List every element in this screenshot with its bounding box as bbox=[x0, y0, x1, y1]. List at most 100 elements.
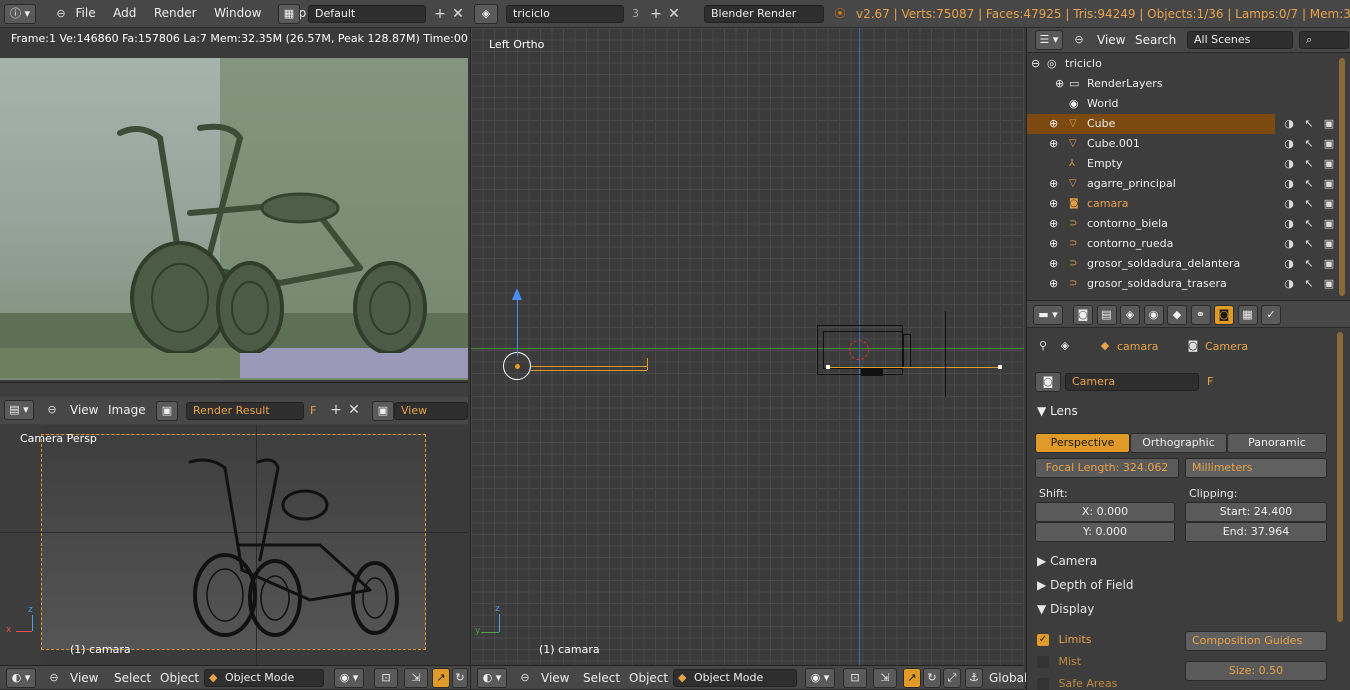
scene-field[interactable]: triciclo bbox=[506, 5, 624, 23]
properties-editor-type[interactable]: ▬ ▾ bbox=[1033, 305, 1063, 325]
layers-tab-icon[interactable]: ▤ bbox=[1096, 305, 1117, 325]
display-panel-header[interactable]: ▼ Display bbox=[1037, 602, 1094, 616]
mist-checkbox[interactable]: Mist bbox=[1037, 655, 1081, 668]
object-tab-icon[interactable]: ◆ bbox=[1167, 305, 1187, 325]
menu-select[interactable]: Select bbox=[583, 671, 620, 685]
mode-select[interactable]: ◆ Object Mode bbox=[204, 669, 324, 687]
menu-window[interactable]: Window bbox=[214, 6, 261, 20]
pivot-button[interactable]: ⊡ bbox=[843, 668, 867, 688]
collapse-icon[interactable]: ⊖ bbox=[46, 670, 62, 686]
translate-manipulator[interactable]: ↗ bbox=[903, 668, 921, 688]
menu-view[interactable]: View bbox=[70, 671, 98, 685]
pin-icon[interactable]: ⚲ bbox=[1035, 338, 1051, 354]
expand-icon[interactable]: ⊕ bbox=[1049, 114, 1058, 134]
ortho-viewport[interactable]: Left Ortho z y (1) camara bbox=[470, 28, 1024, 665]
view-field[interactable]: View bbox=[394, 402, 468, 420]
lens-panoramic-button[interactable]: Panoramic bbox=[1227, 433, 1327, 453]
transform-orientation[interactable]: Global bbox=[989, 671, 1027, 685]
expand-icon[interactable]: ⊕ bbox=[1049, 254, 1058, 274]
collapse-icon[interactable]: ⊖ bbox=[1071, 32, 1087, 48]
shading-button[interactable]: ◉ ▾ bbox=[334, 668, 364, 688]
z-arrow-head[interactable] bbox=[512, 288, 522, 300]
camera-data-tab-icon[interactable]: ◙ bbox=[1214, 305, 1234, 325]
mode-select[interactable]: ◆ Object Mode bbox=[673, 669, 797, 687]
world-tab-icon[interactable]: ◉ bbox=[1143, 305, 1164, 325]
datablock-fake-user[interactable]: F bbox=[1207, 375, 1213, 388]
image-name-field[interactable]: Render Result bbox=[186, 402, 304, 420]
expand-icon[interactable]: ⊕ bbox=[1055, 74, 1064, 94]
lens-unit-select[interactable]: Millimeters bbox=[1185, 458, 1327, 478]
pivot-button[interactable]: ⊡ bbox=[374, 668, 398, 688]
collapse-icon[interactable]: ⊖ bbox=[44, 402, 60, 418]
expand-icon[interactable]: ⊕ bbox=[1049, 214, 1058, 234]
expand-icon[interactable]: ⊕ bbox=[1049, 274, 1058, 294]
physics-tab-icon[interactable]: ✓ bbox=[1261, 305, 1281, 325]
image-icon[interactable]: ▣ bbox=[156, 401, 178, 421]
camera-panel-header[interactable]: ▶ Camera bbox=[1037, 554, 1097, 568]
view-icon[interactable]: ▣ bbox=[372, 401, 394, 421]
menu-view[interactable]: View bbox=[70, 403, 98, 417]
shading-button[interactable]: ◉ ▾ bbox=[805, 668, 835, 688]
editor-type-button[interactable]: ◐ ▾ bbox=[477, 668, 507, 688]
clip-end-field[interactable]: End: 37.964 bbox=[1185, 522, 1327, 542]
collapse-icon[interactable]: ⊖ bbox=[56, 6, 66, 22]
menu-image[interactable]: Image bbox=[108, 403, 146, 417]
lens-panel-header[interactable]: ▼ Lens bbox=[1037, 404, 1078, 418]
camera-viewport[interactable]: Camera Persp z x (1) camara bbox=[0, 425, 468, 665]
editor-type-button[interactable]: ◐ ▾ bbox=[6, 668, 36, 688]
close-screen-icon[interactable]: ✕ bbox=[450, 6, 466, 22]
menu-view[interactable]: View bbox=[541, 671, 569, 685]
info-editor-button[interactable]: ⓘ ▾ bbox=[4, 4, 36, 24]
menu-select[interactable]: Select bbox=[114, 671, 151, 685]
menu-object[interactable]: Object bbox=[629, 671, 668, 685]
menu-file[interactable]: File bbox=[76, 6, 96, 20]
lens-orthographic-button[interactable]: Orthographic bbox=[1130, 433, 1227, 453]
expand-icon[interactable]: ⊕ bbox=[1049, 134, 1058, 154]
texture-tab-icon[interactable]: ▦ bbox=[1237, 305, 1258, 325]
clip-start-field[interactable]: Start: 24.400 bbox=[1185, 502, 1327, 522]
constraints-tab-icon[interactable]: ⚭ bbox=[1190, 305, 1211, 325]
screen-layout-icon[interactable]: ▦ bbox=[278, 4, 300, 24]
render-tab-icon[interactable]: ◙ bbox=[1073, 305, 1093, 325]
datablock-icon[interactable]: ◙ bbox=[1035, 372, 1061, 392]
properties-scrollbar[interactable] bbox=[1337, 332, 1343, 622]
scene-icon[interactable]: ◈ bbox=[474, 4, 498, 24]
rotate-manipulator[interactable]: ↻ bbox=[923, 668, 941, 688]
outliner-search-field[interactable]: ⌕ bbox=[1299, 31, 1349, 49]
expand-icon[interactable]: ⊕ bbox=[1049, 194, 1058, 214]
menu-render[interactable]: Render bbox=[154, 6, 197, 20]
image-editor-type-button[interactable]: ▤ ▾ bbox=[4, 400, 34, 420]
outliner-tree[interactable]: ⊖ ◎ triciclo ⊕ ▭ RenderLayers ◉ World ⊕ … bbox=[1026, 54, 1350, 300]
visibility-column[interactable]: ◑ ◑ ◑ ◑ ◑ ◑ ◑ ◑ ◑ bbox=[1279, 114, 1299, 294]
scale-manipulator[interactable]: ⤢ bbox=[943, 668, 961, 688]
safe-areas-checkbox[interactable]: Safe Areas bbox=[1037, 677, 1117, 690]
focal-length-field[interactable]: Focal Length: 324.062 bbox=[1035, 458, 1179, 478]
expand-icon[interactable]: ⊕ bbox=[1049, 234, 1058, 254]
cursor-3d[interactable] bbox=[849, 340, 869, 360]
render-engine-select[interactable]: Blender Render bbox=[704, 5, 824, 23]
limits-checkbox[interactable]: ✓ Limits bbox=[1037, 633, 1092, 646]
lens-perspective-button[interactable]: Perspective bbox=[1035, 433, 1130, 453]
expand-icon[interactable]: ⊖ bbox=[1031, 54, 1040, 74]
unlink-image-icon[interactable]: ✕ bbox=[346, 402, 362, 418]
outliner-editor-type[interactable]: ☰ ▾ bbox=[1035, 30, 1063, 50]
collapse-icon[interactable]: ⊖ bbox=[517, 670, 533, 686]
add-screen-icon[interactable]: + bbox=[432, 6, 448, 22]
outliner-row-scene[interactable]: ⊖ ◎ triciclo bbox=[1027, 54, 1337, 74]
rotate-manipulator[interactable]: ↻ bbox=[452, 668, 468, 688]
add-scene-icon[interactable]: + bbox=[648, 6, 664, 22]
outliner-row-world[interactable]: ◉ World bbox=[1027, 94, 1337, 114]
camera-datablock-field[interactable]: Camera bbox=[1065, 373, 1199, 391]
size-field[interactable]: Size: 0.50 bbox=[1185, 661, 1327, 681]
renderability-column[interactable]: ▣ ▣ ▣ ▣ ▣ ▣ ▣ ▣ ▣ bbox=[1319, 114, 1339, 294]
expand-icon[interactable]: ⊕ bbox=[1049, 174, 1058, 194]
display-mode-select[interactable]: All Scenes bbox=[1187, 31, 1293, 49]
translate-manipulator[interactable]: ↗ bbox=[432, 668, 450, 688]
composition-guides-select[interactable]: Composition Guides bbox=[1185, 631, 1327, 651]
render-result-area[interactable]: Frame:1 Ve:146860 Fa:157806 La:7 Mem:32.… bbox=[0, 28, 468, 382]
transform-orientation-button[interactable]: ⚓ bbox=[965, 668, 983, 688]
outliner-menu-search[interactable]: Search bbox=[1135, 33, 1176, 47]
screen-layout-field[interactable]: Default bbox=[308, 5, 426, 23]
manipulator-toggle[interactable]: ⇲ bbox=[404, 668, 428, 688]
outliner-row-renderlayers[interactable]: ⊕ ▭ RenderLayers bbox=[1027, 74, 1337, 94]
